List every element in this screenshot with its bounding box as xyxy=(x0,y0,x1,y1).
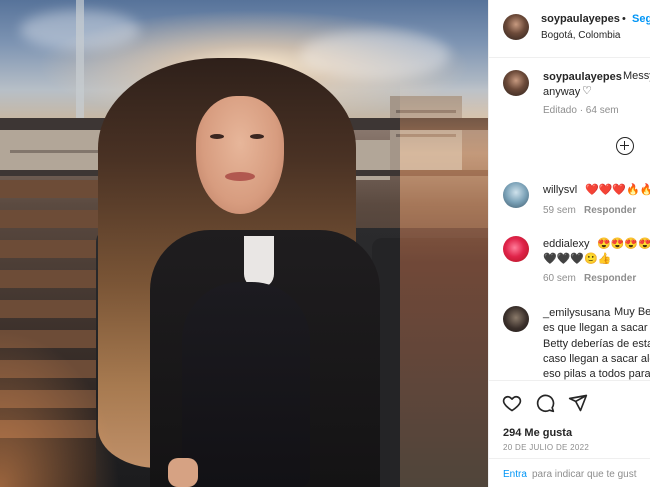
comment-text-line2: 🖤🖤🖤🙂👍 xyxy=(543,253,612,265)
heart-icon[interactable] xyxy=(502,393,522,413)
cloud xyxy=(300,30,450,80)
add-comment-bar: Entra para indicar que te gust xyxy=(489,458,650,488)
caption-meta: Editado · 64 sem xyxy=(543,105,619,116)
light-flare xyxy=(0,330,120,487)
follow-button[interactable]: Seg xyxy=(632,13,650,25)
jeans-knee xyxy=(182,282,310,487)
reply-button[interactable]: Responder xyxy=(584,205,636,216)
caption-text: Messy xyxy=(623,70,650,82)
caption-author-avatar[interactable] xyxy=(503,70,529,96)
white-shirt xyxy=(244,236,274,288)
commenter-avatar[interactable] xyxy=(503,236,529,262)
comment-username[interactable]: willysvl xyxy=(543,184,577,196)
small-heart-icon: ♡ xyxy=(582,85,592,97)
post-sidebar: soypaulayepes • Seg Bogotá, Colombia soy… xyxy=(488,0,650,487)
comment-text: ❤️❤️❤️🔥🔥 xyxy=(585,184,650,196)
comment-text-line: caso llegan a sacar alc xyxy=(543,353,650,365)
face xyxy=(196,96,284,214)
eye xyxy=(250,134,264,139)
comment-username[interactable]: _emilysusana xyxy=(543,307,610,319)
commenter-avatar[interactable] xyxy=(503,182,529,208)
comment-time: 60 sem xyxy=(543,273,576,284)
comment-username[interactable]: eddialexy xyxy=(543,238,589,250)
hand xyxy=(168,458,198,487)
caption-username[interactable]: soypaulayepes xyxy=(543,71,622,83)
light-flare xyxy=(400,80,488,487)
window-frame xyxy=(76,0,84,120)
comment-text-line: Betty deberías de esta xyxy=(543,338,650,350)
comment-time: 59 sem xyxy=(543,205,576,216)
eye xyxy=(210,134,224,139)
comment-text: Muy Be xyxy=(614,306,650,318)
author-avatar[interactable] xyxy=(503,14,529,40)
post-photo[interactable] xyxy=(0,0,488,487)
post-location[interactable]: Bogotá, Colombia xyxy=(541,30,621,41)
add-circle-icon[interactable] xyxy=(616,137,634,155)
author-username[interactable]: soypaulayepes xyxy=(541,13,620,25)
comment-text-line: es que llegan a sacar xyxy=(543,322,648,334)
post-date: 20 DE JULIO DE 2022 xyxy=(503,443,590,452)
separator-dot: • xyxy=(622,13,626,25)
comment-prompt: para indicar que te gust xyxy=(532,469,637,480)
comment-icon[interactable] xyxy=(535,393,555,413)
commenter-avatar[interactable] xyxy=(503,306,529,332)
share-icon[interactable] xyxy=(568,393,588,413)
lips xyxy=(225,172,255,181)
comment-text: 😍😍😍😍 xyxy=(597,238,650,250)
reply-button[interactable]: Responder xyxy=(584,273,636,284)
likes-count[interactable]: 294 Me gusta xyxy=(503,427,572,439)
caption-text-line2: anyway xyxy=(543,86,581,98)
post-header: soypaulayepes • Seg Bogotá, Colombia xyxy=(489,0,650,58)
login-link[interactable]: Entra xyxy=(503,469,527,480)
